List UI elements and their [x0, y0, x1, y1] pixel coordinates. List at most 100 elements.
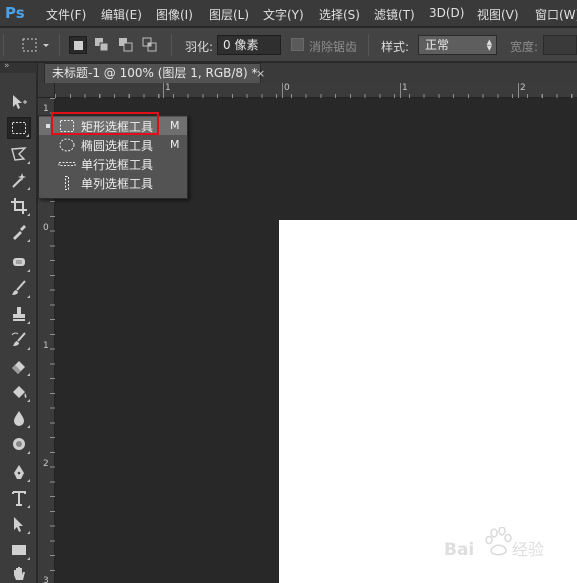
menu-filter[interactable]: 滤镜(T) — [374, 6, 415, 23]
feather-input[interactable]: 0 像素 — [217, 35, 281, 55]
width-input[interactable] — [543, 35, 577, 55]
select-arrows-icon: ▲ ▼ — [486, 38, 492, 52]
options-grip — [3, 34, 4, 56]
menu-image[interactable]: 图像(I) — [156, 6, 193, 23]
ruler-origin[interactable] — [38, 83, 55, 98]
add-selection-button[interactable] — [93, 36, 111, 54]
svg-text:经验: 经验 — [512, 540, 544, 559]
tool-group-indicator — [27, 505, 30, 508]
magic-wand-icon — [12, 173, 26, 188]
dodge-tool[interactable] — [7, 433, 31, 455]
document-tab[interactable]: 未标题-1 @ 100% (图层 1, RGB/8) * × — [44, 63, 265, 83]
horizontal-ruler[interactable]: 1 0 1 2 — [55, 83, 577, 98]
tool-group-indicator — [27, 557, 30, 560]
menu-3d[interactable]: 3D(D) — [429, 6, 464, 20]
single-row-marquee-icon — [58, 162, 76, 166]
antialias-checkbox[interactable] — [291, 38, 304, 51]
options-separator — [59, 34, 60, 56]
ruler-tick-label: 1 — [165, 83, 171, 93]
options-bar: 羽化: 0 像素 消除锯齿 样式: 正常 ▲ ▼ 宽度: — [0, 28, 577, 62]
menu-edit[interactable]: 编辑(E) — [101, 6, 142, 23]
photoshop-logo: Ps — [5, 4, 25, 22]
svg-text:Bai: Bai — [444, 540, 474, 560]
tool-group-indicator — [27, 451, 30, 454]
baidu-jingyan-watermark: Bai 经验 — [444, 527, 544, 560]
flyout-item-shortcut: M — [170, 119, 180, 132]
brush-icon — [12, 280, 26, 295]
path-selection-tool[interactable] — [7, 513, 31, 535]
tool-group-indicator — [27, 425, 30, 428]
document-tab-bar: 未标题-1 @ 100% (图层 1, RGB/8) * × — [38, 63, 577, 83]
close-icon[interactable]: × — [256, 64, 265, 83]
flyout-item-single-column-marquee[interactable]: 单列选框工具 — [39, 174, 187, 192]
subtract-selection-button[interactable] — [117, 36, 135, 54]
hand-tool[interactable] — [7, 563, 31, 583]
healing-brush-tool[interactable] — [7, 251, 31, 273]
width-label: 宽度: — [510, 40, 539, 54]
stamp-icon — [13, 307, 25, 321]
type-tool[interactable] — [7, 487, 31, 509]
tool-group-indicator — [26, 134, 29, 137]
menu-layer[interactable]: 图层(L) — [209, 6, 249, 23]
blur-tool[interactable] — [7, 407, 31, 429]
eraser-icon — [12, 361, 25, 374]
options-separator — [171, 34, 172, 56]
dodge-icon — [13, 438, 25, 450]
eyedropper-icon — [13, 225, 26, 240]
eyedropper-tool[interactable] — [7, 221, 31, 243]
ellipse-marquee-icon — [59, 138, 75, 152]
type-icon — [12, 491, 26, 506]
lasso-tool[interactable] — [7, 143, 31, 165]
healing-icon — [13, 258, 25, 266]
tool-group-indicator — [27, 295, 30, 298]
pen-tool[interactable] — [7, 461, 31, 483]
intersect-selection-button[interactable] — [141, 36, 159, 54]
rectangle-shape-tool[interactable] — [7, 539, 31, 561]
feather-label: 羽化: — [185, 40, 214, 54]
add-selection-icon — [95, 38, 109, 52]
style-select[interactable]: 正常 ▲ ▼ — [418, 35, 497, 55]
flyout-item-ellipse-marquee[interactable]: 椭圆选框工具 M — [39, 136, 187, 154]
menu-bar: Ps 文件(F) 编辑(E) 图像(I) 图层(L) 文字(Y) 选择(S) 滤… — [0, 0, 577, 27]
clone-stamp-tool[interactable] — [7, 303, 31, 325]
tool-group-indicator — [27, 213, 30, 216]
menu-view[interactable]: 视图(V) — [477, 6, 519, 23]
menu-type[interactable]: 文字(Y) — [263, 6, 304, 23]
tool-group-indicator — [27, 187, 30, 190]
lasso-icon — [11, 147, 27, 161]
flyout-item-label: 单行选框工具 — [81, 158, 154, 172]
single-column-marquee-icon — [65, 176, 69, 190]
marquee-preset-icon — [22, 38, 49, 52]
menu-select[interactable]: 选择(S) — [319, 6, 360, 23]
flyout-item-single-row-marquee[interactable]: 单行选框工具 — [39, 155, 187, 173]
ruler-tick-label: 3 — [43, 576, 49, 583]
hand-icon — [14, 567, 25, 580]
flyout-item-shortcut: M — [170, 138, 180, 151]
toolbox-grip[interactable]: » — [0, 61, 37, 73]
brush-tool[interactable] — [7, 277, 31, 299]
intersect-selection-icon — [142, 37, 157, 52]
antialias-label: 消除锯齿 — [309, 40, 358, 54]
menu-window[interactable]: 窗口(W) — [535, 6, 577, 23]
rectangle-shape-icon — [12, 545, 26, 555]
crop-tool[interactable] — [7, 195, 31, 217]
paint-bucket-tool[interactable] — [7, 381, 31, 403]
eraser-tool[interactable] — [7, 355, 31, 377]
tool-group-indicator — [27, 239, 30, 242]
tool-group-indicator — [27, 347, 30, 350]
new-selection-button[interactable] — [69, 36, 87, 54]
ruler-tick-label: 1 — [402, 83, 408, 93]
tool-group-indicator — [27, 321, 30, 324]
tool-group-indicator — [27, 269, 30, 272]
ruler-tick-label: 2 — [43, 459, 49, 469]
tool-preset-picker[interactable] — [20, 36, 50, 54]
menu-file[interactable]: 文件(F) — [46, 6, 86, 23]
options-separator — [368, 34, 369, 56]
history-brush-tool[interactable] — [7, 329, 31, 351]
magic-wand-tool[interactable] — [7, 169, 31, 191]
path-select-icon — [14, 517, 23, 532]
ruler-tick-label: 1 — [43, 104, 49, 114]
style-select-value: 正常 — [425, 38, 450, 52]
marquee-tool[interactable] — [7, 117, 31, 139]
move-tool[interactable] — [7, 91, 31, 113]
